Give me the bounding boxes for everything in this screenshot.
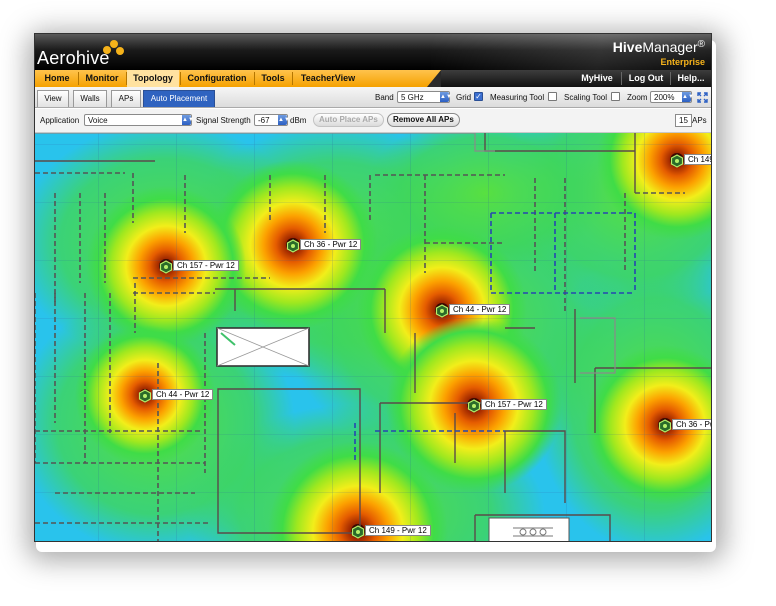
floor-plan-heatmap[interactable]: Ch 149 - Pwr 12 Ch 36 - Pwr 12 Ch 157 - …	[35, 133, 711, 541]
chevron-updown-icon: ▲▼	[278, 115, 290, 125]
access-point-icon	[658, 419, 672, 433]
nav-configuration[interactable]: Configuration	[181, 70, 253, 87]
scaling-checkbox[interactable]	[611, 92, 620, 101]
brand-registered: ®	[697, 39, 705, 50]
brand-block: HiveManager® Enterprise	[613, 39, 705, 67]
signal-unit: dBm	[290, 116, 307, 125]
nav-tools[interactable]: Tools	[255, 70, 291, 87]
zoom-label: Zoom	[627, 93, 648, 102]
nav-home[interactable]: Home	[37, 70, 77, 87]
heatmap-canvas	[35, 133, 711, 541]
nav-logout[interactable]: Log Out	[623, 70, 669, 87]
scaling-label: Scaling Tool	[564, 93, 607, 102]
chevron-updown-icon: ▲▼	[182, 115, 194, 125]
access-point-icon	[159, 260, 173, 274]
ap-label: Ch 36 - Pwr 12	[300, 239, 362, 250]
tab-walls[interactable]: Walls	[73, 90, 107, 107]
topology-toolbar: View Walls APs Auto Placement Band 5 GHz…	[35, 87, 711, 108]
grid-overlay	[35, 133, 711, 541]
ap-label: Ch 157 - Pwr 12	[481, 399, 547, 410]
nav-monitor[interactable]: Monitor	[79, 70, 125, 87]
band-value: 5 GHz	[401, 93, 424, 102]
access-point-icon	[351, 525, 365, 539]
tab-view[interactable]: View	[37, 90, 69, 107]
hivemanager-window: Aerohive HiveManager® Enterprise Home Mo…	[34, 33, 712, 542]
ap-label: Ch 36 - Pwr 12	[672, 419, 711, 430]
grid-checkbox[interactable]: ✓	[474, 92, 483, 101]
ap-label: Ch 149 - Pwr 12	[684, 154, 711, 165]
measuring-label: Measuring Tool	[490, 93, 545, 102]
nav-myhive[interactable]: MyHive	[575, 70, 619, 87]
brand-edition: Enterprise	[660, 57, 705, 67]
placement-controls: Application Voice ▲▼ Signal Strength -67…	[35, 109, 711, 133]
aerohive-logo: Aerohive	[37, 48, 110, 69]
measuring-checkbox[interactable]	[548, 92, 557, 101]
band-select[interactable]: 5 GHz ▲▼	[397, 91, 452, 103]
ap-label: Ch 149 - Pwr 12	[365, 525, 431, 536]
zoom-value: 200%	[654, 93, 675, 102]
band-label: Band	[375, 93, 394, 102]
chevron-updown-icon: ▲▼	[682, 92, 694, 102]
main-nav: Home Monitor Topology Configuration Tool…	[35, 70, 711, 87]
elevator-block	[216, 327, 310, 367]
access-point-icon	[138, 389, 152, 403]
nav-help[interactable]: Help...	[671, 70, 711, 87]
access-point-icon	[467, 399, 481, 413]
screenshot-stage: Aerohive HiveManager® Enterprise Home Mo…	[0, 0, 776, 606]
access-point-icon	[670, 154, 684, 168]
ap-label: Ch 44 - Pwr 12	[152, 389, 214, 400]
brand-name: HiveManager®	[613, 39, 705, 55]
application-select[interactable]: Voice ▲▼	[84, 114, 194, 126]
app-header: Aerohive HiveManager® Enterprise	[35, 34, 711, 70]
signal-value: -67	[258, 116, 270, 125]
grid-label: Grid	[456, 93, 472, 102]
stairs-block	[488, 517, 570, 541]
logo-bee-icon	[103, 38, 125, 58]
remove-all-aps-button[interactable]: Remove All APs	[387, 113, 460, 127]
ap-label: Ch 44 - Pwr 12	[449, 304, 511, 315]
brand-bold: Hive	[612, 39, 643, 55]
signal-strength-select[interactable]: -67 ▲▼	[254, 114, 290, 126]
nav-teacherview[interactable]: TeacherView	[293, 70, 363, 87]
chevron-updown-icon: ▲▼	[440, 92, 452, 102]
brand-light: Manager	[642, 39, 698, 55]
nav-divider	[621, 72, 622, 85]
tab-auto-placement[interactable]: Auto Placement	[143, 90, 215, 107]
zoom-select[interactable]: 200% ▲▼	[650, 91, 694, 103]
access-point-icon	[286, 239, 300, 253]
ap-count-unit: APs	[692, 116, 707, 125]
auto-place-aps-button[interactable]: Auto Place APs	[313, 113, 384, 127]
logo-text: Aerohive	[37, 48, 110, 68]
ap-count-field[interactable]: 15	[675, 114, 692, 127]
nav-topology[interactable]: Topology	[127, 70, 179, 87]
ap-label: Ch 157 - Pwr 12	[173, 260, 239, 271]
signal-strength-label: Signal Strength	[196, 116, 251, 125]
application-label: Application	[40, 116, 80, 125]
access-point-icon	[435, 304, 449, 318]
expand-arrows-icon[interactable]	[697, 92, 708, 103]
application-value: Voice	[88, 116, 108, 125]
tab-aps[interactable]: APs	[111, 90, 141, 107]
